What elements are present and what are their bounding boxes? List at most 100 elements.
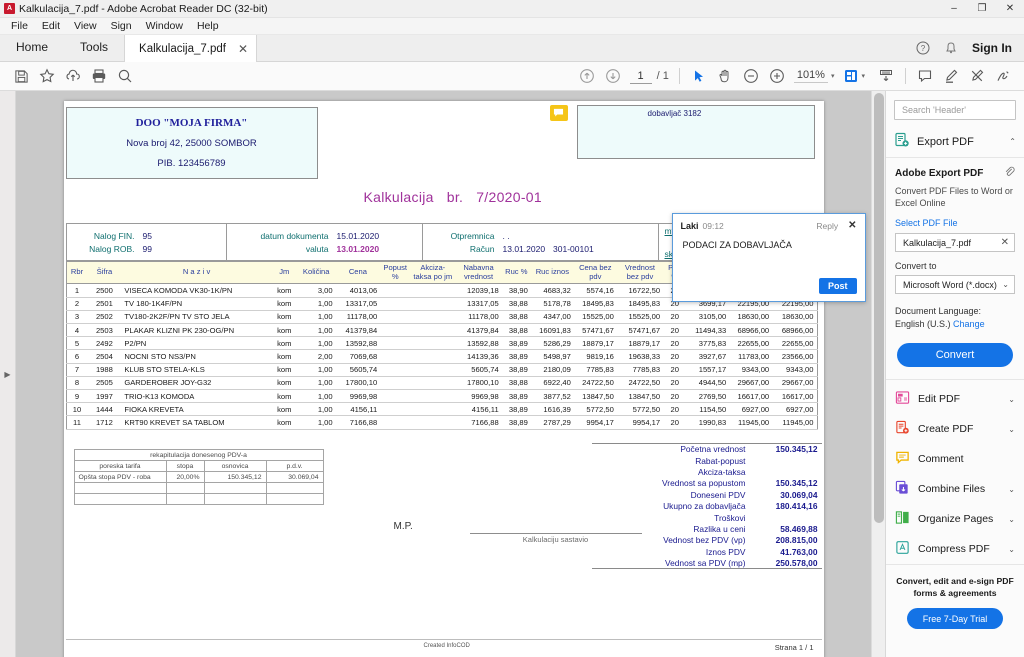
sidebar-item-organize-pages[interactable]: Organize Pages ⌄ [886,504,1024,534]
zoom-out-icon[interactable] [738,63,764,89]
menu-view[interactable]: View [67,18,104,35]
save-icon[interactable] [8,63,34,89]
zoom-level-value[interactable]: 101% [793,69,828,83]
zoom-in-icon[interactable] [764,63,790,89]
menu-file[interactable]: File [4,18,35,35]
chevron-down-icon[interactable]: ⌄ [1008,485,1015,494]
comment-close-icon[interactable]: ✕ [848,220,856,231]
help-icon[interactable]: ? [916,41,930,55]
recap-cell [165,482,205,494]
chevron-down-icon[interactable]: ⌄ [1008,425,1015,434]
stamp-label: M.P. [393,521,413,532]
sidebar-item-comment[interactable]: Comment [886,444,1024,474]
table-cell: 13317,05 [455,297,502,311]
upload-cloud-icon[interactable] [60,63,86,89]
erase-highlight-icon[interactable] [964,63,990,89]
minimize-button[interactable]: – [940,0,968,18]
comment-reply-button[interactable]: Reply [816,221,838,231]
table-row: 9 1997 TRIO-K13 KOMODA kom 1,00 9969,98 9969,9… [65,389,818,404]
previous-page-icon[interactable] [574,63,600,89]
export-pdf-header[interactable]: Export PDF ⌃ [886,126,1024,158]
table-row: 6 2504 NOCNI STO NS3/PN kom 2,00 7069,68 14139… [65,349,818,364]
menu-help[interactable]: Help [190,18,226,35]
tab-tools[interactable]: Tools [64,34,124,61]
close-button[interactable]: ✕ [996,0,1024,18]
sidebar-item-combine-files[interactable]: Combine Files ⌄ [886,474,1024,504]
maximize-button[interactable]: ❐ [968,0,996,18]
chevron-down-icon[interactable]: ⌄ [1008,545,1015,554]
page-fit-chevron-icon[interactable]: ▾ [861,72,865,80]
table-cell: 2501 [87,297,122,311]
clear-file-icon[interactable]: ✕ [1001,237,1009,248]
chevron-up-icon[interactable]: ⌃ [1009,137,1016,146]
panel-description: Convert PDF Files to Word or Excel Onlin… [895,186,1013,209]
convert-button[interactable]: Convert [897,343,1013,368]
search-icon[interactable] [112,63,138,89]
menu-sign[interactable]: Sign [104,18,139,35]
select-pdf-file-label[interactable]: Select PDF File [895,218,1015,228]
selected-file-field[interactable]: Kalkulacija_7.pdf ✕ [895,233,1015,253]
table-cell: 18879,17 [616,336,664,351]
table-cell [380,283,411,298]
next-page-icon[interactable] [600,63,626,89]
chevron-down-icon[interactable]: ⌄ [1002,280,1009,289]
free-trial-button[interactable]: Free 7-Day Trial [907,608,1003,630]
table-cell: 9819,16 [573,349,617,364]
table-cell: 38,90 [501,283,531,298]
zoom-level-selector[interactable]: 101% ▾ [793,69,835,83]
vertical-scrollbar[interactable] [871,91,885,657]
comment-popup[interactable]: Laki 09:12 Reply ✕ PODACI ZA DOBAVLJAČA … [671,213,866,302]
chevron-right-icon[interactable]: ▶ [4,370,10,379]
chevron-down-icon[interactable]: ⌄ [1008,515,1015,524]
table-cell: 3,00 [296,283,336,298]
table-cell: kom [271,323,297,338]
sign-document-icon[interactable] [990,63,1016,89]
menu-window[interactable]: Window [139,18,190,35]
comment-text[interactable]: PODACI ZA DOBAVLJAČA [673,231,865,259]
vertical-scroll-thumb[interactable] [874,93,884,523]
scroll-mode-icon[interactable] [873,63,899,89]
page-navigator[interactable]: 1 / 1 [629,69,669,84]
convert-format-select[interactable]: Microsoft Word (*.docx) ⌄ [895,275,1015,295]
attachment-icon[interactable] [1004,166,1015,180]
left-panel-rail[interactable]: ▶ [0,91,16,657]
table-cell: 38,88 [501,376,531,390]
table-cell: 1,00 [296,415,336,430]
tab-document-label: Kalkulacija_7.pdf [139,42,226,55]
select-cursor-icon[interactable] [686,63,712,89]
print-icon[interactable] [86,63,112,89]
highlight-icon[interactable] [938,63,964,89]
pdf-viewer[interactable]: DOO "MOJA FIRMA" Nova broj 42, 25000 SOM… [16,91,871,657]
sign-in-button[interactable]: Sign In [972,41,1012,55]
menu-edit[interactable]: Edit [35,18,67,35]
bell-icon[interactable] [944,41,958,55]
tab-home[interactable]: Home [0,34,64,61]
chevron-down-icon[interactable]: ⌄ [1008,395,1015,404]
comment-post-button[interactable]: Post [818,278,857,294]
change-language-link[interactable]: Change [953,319,985,329]
sidebar-item-edit-pdf[interactable]: Edit PDF ⌄ [886,384,1024,414]
sidebar-item-create-pdf[interactable]: Create PDF ⌄ [886,414,1024,444]
table-cell: 57471,67 [573,323,617,338]
comment-header: Laki 09:12 Reply ✕ [673,214,865,231]
add-comment-icon[interactable] [912,63,938,89]
recap-cell [265,493,324,505]
tab-document[interactable]: Kalkulacija_7.pdf ✕ [124,35,258,62]
table-cell: 16091,83 [530,323,574,338]
close-icon[interactable]: ✕ [238,42,248,56]
sidebar-item-label: Combine Files [918,483,986,496]
hand-tool-icon[interactable] [712,63,738,89]
recap-title-row: rekapitulacija donesenog PDV-a [73,449,324,461]
chevron-down-icon[interactable]: ▾ [831,72,835,80]
page-number-input[interactable]: 1 [629,69,652,84]
table-cell: 1990,83 [686,415,730,430]
search-tools-input[interactable]: Search 'Header' [894,100,1016,120]
totals-body: Početna vrednost 150.345,12 Rabat-popust A… [591,442,822,570]
comment-note-icon[interactable] [549,105,568,121]
sidebar-item-compress-pdf[interactable]: Compress PDF ⌄ [886,534,1024,564]
table-cell: kom [271,363,297,377]
table-cell [380,336,411,351]
table-cell: 29667,00 [772,376,818,390]
star-icon[interactable] [34,63,60,89]
compress-pdf-icon [895,540,910,558]
